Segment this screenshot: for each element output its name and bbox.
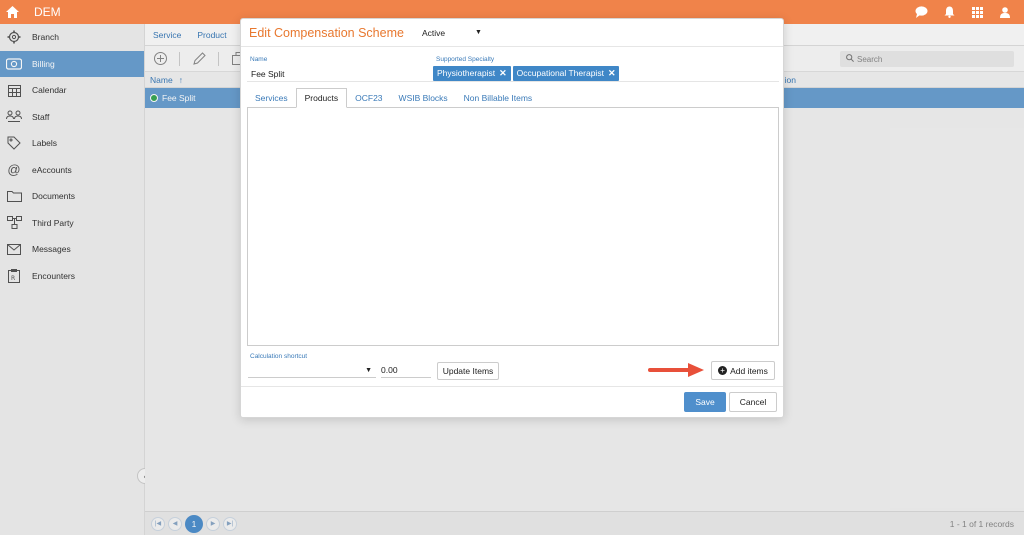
home-icon[interactable] (0, 0, 24, 24)
save-button[interactable]: Save (684, 392, 726, 412)
tab-wsib-blocks[interactable]: WSIB Blocks (391, 88, 456, 108)
tab-services[interactable]: Services (247, 88, 296, 108)
add-items-label: Add items (730, 365, 768, 376)
user-icon[interactable] (998, 5, 1012, 19)
status-value: Active (421, 27, 446, 38)
chip-label: Physiotherapist (437, 68, 496, 78)
dialog-title: Edit Compensation Scheme (249, 25, 404, 40)
remove-icon[interactable]: ✕ (608, 68, 616, 79)
specialty-chip: Occupational Therapist ✕ (512, 65, 620, 81)
products-tab-panel (247, 108, 779, 346)
calculation-shortcut-select[interactable]: ▼ (248, 363, 376, 378)
dialog-tabs: Services Products OCF23 WSIB Blocks Non … (247, 88, 779, 108)
update-items-button[interactable]: Update Items (437, 362, 499, 380)
annotation-arrow-icon (648, 363, 704, 377)
plus-circle-icon: + (718, 366, 728, 375)
remove-icon[interactable]: ✕ (499, 68, 507, 79)
field-divider (247, 81, 779, 82)
calculation-shortcut-label: Calculation shortcut (250, 353, 308, 360)
caret-down-icon: ▼ (475, 29, 482, 36)
chat-icon[interactable] (914, 5, 928, 19)
tab-products[interactable]: Products (295, 88, 348, 108)
apps-grid-icon[interactable] (970, 5, 984, 19)
tab-non-billable-items[interactable]: Non Billable Items (456, 88, 541, 108)
dialog-footer-divider (241, 386, 783, 387)
name-field[interactable]: Fee Split (251, 69, 426, 79)
top-bar-actions (914, 5, 1024, 19)
add-items-button[interactable]: + Add items (711, 361, 775, 380)
app-title: DEM (34, 5, 61, 19)
cancel-button[interactable]: Cancel (729, 392, 777, 412)
edit-compensation-dialog: Edit Compensation Scheme Active ▼ Name F… (240, 18, 784, 418)
specialty-label: Supported Specialty (436, 56, 495, 63)
tab-ocf23[interactable]: OCF23 (347, 88, 390, 108)
specialty-multiselect[interactable]: Physiotherapist ✕ Occupational Therapist… (433, 64, 778, 82)
specialty-chip: Physiotherapist ✕ (433, 65, 511, 81)
status-select[interactable]: Active ▼ (422, 28, 482, 38)
name-label: Name (250, 56, 268, 63)
calculation-value-input[interactable]: 0.00 (381, 363, 431, 378)
bell-icon[interactable] (942, 5, 956, 19)
caret-down-icon: ▼ (365, 366, 372, 374)
dialog-header: Edit Compensation Scheme Active ▼ (241, 19, 783, 47)
chip-label: Occupational Therapist (516, 68, 604, 78)
